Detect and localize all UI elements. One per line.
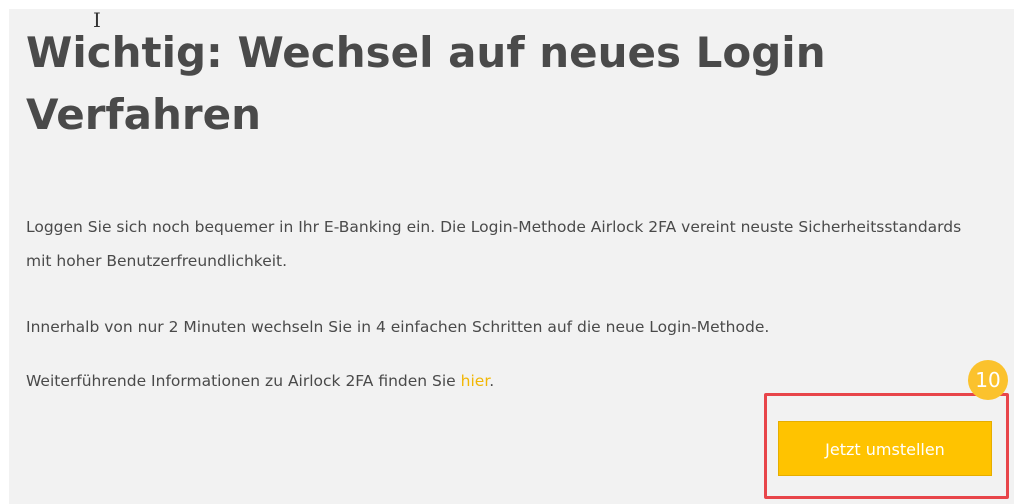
info-link-hier[interactable]: hier — [461, 372, 490, 390]
annotation-step-badge: 10 — [968, 360, 1008, 400]
info-text-suffix: . — [489, 372, 495, 390]
intro-paragraph: Loggen Sie sich noch bequemer in Ihr E-B… — [26, 218, 962, 270]
page-title: Wichtig: Wechsel auf neues Login Verfahr… — [26, 28, 826, 139]
steps-paragraph: Innerhalb von nur 2 Minuten wechseln Sie… — [26, 318, 770, 336]
jetzt-umstellen-button[interactable]: Jetzt umstellen — [778, 421, 992, 476]
info-text-prefix: Weiterführende Informationen zu Airlock … — [26, 372, 461, 390]
